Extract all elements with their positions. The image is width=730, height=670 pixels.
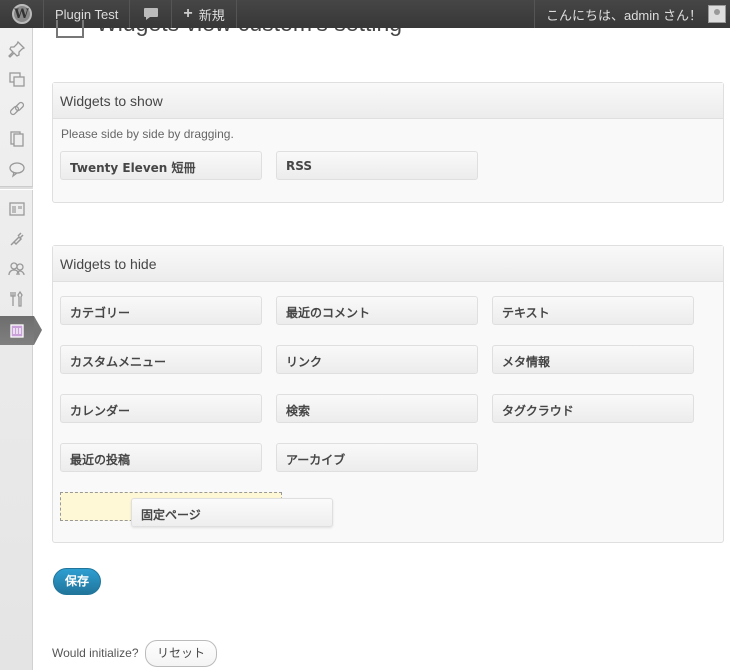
account-menu[interactable]: こんにちは、admin さん！ bbox=[533, 0, 730, 28]
plus-icon: + bbox=[183, 5, 193, 22]
hide-widget-item[interactable]: カテゴリー bbox=[60, 296, 262, 325]
dragging-widget-item[interactable]: 固定ページ bbox=[131, 498, 333, 527]
plugins-icon[interactable] bbox=[0, 224, 33, 253]
tools-icon[interactable] bbox=[0, 284, 33, 313]
comments-button[interactable] bbox=[130, 0, 173, 28]
hide-widget-item[interactable]: アーカイブ bbox=[276, 443, 478, 472]
new-content-button[interactable]: + 新規 bbox=[172, 0, 237, 28]
hide-widget-item[interactable]: 最近のコメント bbox=[276, 296, 478, 325]
show-widget-item[interactable]: Twenty Eleven 短冊 bbox=[60, 151, 262, 180]
widgets-to-hide-panel: Widgets to hide カテゴリー 最近のコメント テキスト カスタムメ… bbox=[52, 245, 724, 543]
greeting-text: こんにちは、admin さん！ bbox=[545, 7, 702, 23]
hide-widget-item[interactable]: タグクラウド bbox=[492, 394, 694, 423]
comments-icon[interactable] bbox=[0, 154, 33, 183]
appearance-icon[interactable] bbox=[0, 194, 33, 223]
new-content-label: 新規 bbox=[198, 7, 225, 23]
widgets-to-show-panel: Widgets to show Please side by side by d… bbox=[52, 82, 724, 203]
sidebar-separator bbox=[0, 186, 33, 190]
initialize-label: Would initialize? bbox=[52, 646, 139, 660]
hide-widget-item[interactable]: 検索 bbox=[276, 394, 478, 423]
hide-widget-item[interactable]: 最近の投稿 bbox=[60, 443, 262, 472]
hide-widget-item[interactable]: カレンダー bbox=[60, 394, 262, 423]
drag-hint: Please side by side by dragging. bbox=[61, 127, 234, 141]
page-title-icon bbox=[56, 20, 84, 38]
show-widget-item[interactable]: RSS bbox=[276, 151, 478, 180]
avatar bbox=[708, 5, 726, 23]
links-icon[interactable] bbox=[0, 94, 33, 123]
users-icon[interactable] bbox=[0, 254, 33, 283]
hide-widget-item[interactable]: カスタムメニュー bbox=[60, 345, 262, 374]
widgets-to-show-title: Widgets to show bbox=[53, 83, 723, 119]
pin-icon[interactable] bbox=[0, 34, 33, 63]
hide-widget-item[interactable]: メタ情報 bbox=[492, 345, 694, 374]
admin-sidebar bbox=[0, 28, 42, 670]
settings-icon[interactable] bbox=[0, 316, 42, 345]
reset-button[interactable]: リセット bbox=[145, 640, 217, 667]
media-icon[interactable] bbox=[0, 64, 33, 93]
hide-widget-item[interactable]: リンク bbox=[276, 345, 478, 374]
widgets-to-hide-title: Widgets to hide bbox=[53, 246, 723, 282]
save-button[interactable]: 保存 bbox=[53, 568, 101, 595]
comment-bubble-icon bbox=[143, 8, 158, 20]
hide-widget-item[interactable]: テキスト bbox=[492, 296, 694, 325]
wordpress-logo-button[interactable]: W bbox=[0, 0, 44, 28]
admin-bar: W Plugin Test + 新規 こんにちは、admin さん！ bbox=[0, 0, 730, 28]
pages-icon[interactable] bbox=[0, 124, 33, 153]
wordpress-logo-icon: W bbox=[11, 4, 32, 24]
